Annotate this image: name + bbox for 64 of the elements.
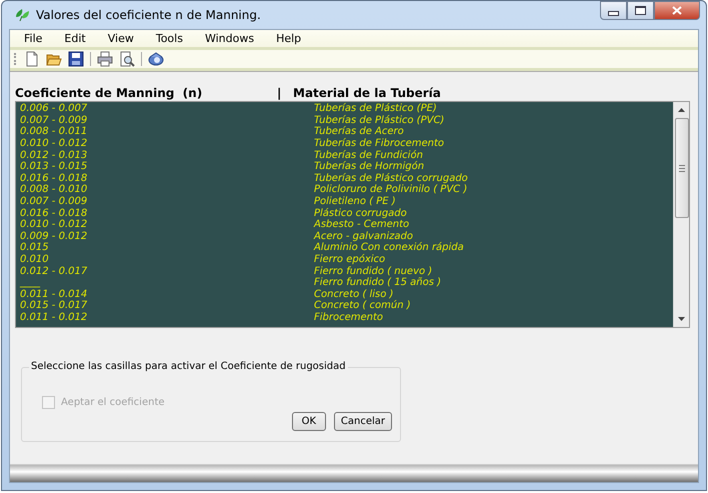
leaf-icon (14, 8, 30, 22)
minimize-button[interactable] (600, 1, 627, 20)
close-icon[interactable] (672, 6, 682, 15)
coefficient-text: 0.010 - 0.012 (19, 219, 88, 230)
coefficient-text: 0.006 - 0.007 (19, 103, 88, 114)
coefficient-text: 0.015 - 0.017 (19, 300, 88, 312)
material-text: Concreto ( liso ) (314, 288, 394, 300)
list-box[interactable] (15, 101, 690, 328)
coefficient-text: 0.015 (19, 242, 50, 254)
material-text: Tuberías de Plástico corrugado (314, 172, 468, 184)
group-legend: Seleccione las casillas para activar el Coeficiente de rugosidad (29, 361, 348, 372)
menu-item[interactable]: File (24, 32, 52, 45)
material-text: Tuberías de Fibrocemento (314, 138, 444, 150)
material-text: Plástico corrugado (314, 208, 407, 219)
ok-button[interactable]: OK (292, 412, 326, 431)
column-divider: | (277, 86, 282, 100)
column-header: Coeficiente de Manning (n) (15, 86, 204, 100)
material-text: Asbesto - Cemento (314, 219, 410, 230)
new-document-icon[interactable] (24, 51, 40, 67)
coefficient-text: 0.011 - 0.012 (19, 312, 88, 323)
material-text: Tuberías de Plástico (PE) (314, 103, 437, 114)
material-text: Concreto ( común ) (314, 300, 411, 312)
menu-item[interactable]: Tools (156, 32, 192, 45)
coefficient-text: 0.012 - 0.017 (19, 266, 88, 277)
coefficient-text: 0.013 - 0.015 (19, 161, 88, 172)
material-text: Fibrocemento (314, 312, 384, 323)
scroll-up-icon[interactable] (678, 108, 685, 112)
material-text: Polietileno ( PE ) (314, 196, 396, 208)
column-header: Material de la Tubería (293, 86, 441, 100)
coefficient-text: 0.012 - 0.013 (19, 150, 88, 161)
close-button[interactable] (654, 1, 700, 20)
coefficient-text: ____ (19, 277, 41, 288)
scroll-down-icon[interactable] (678, 317, 685, 321)
material-text: Tuberías de Fundición (314, 150, 423, 161)
material-text: Tuberías de Plástico (PVC) (314, 114, 444, 126)
material-text: Aluminio Con conexión rápida (314, 242, 464, 254)
material-text: Tuberías de Acero (314, 126, 404, 138)
scroll-thumb[interactable] (674, 118, 688, 218)
printer-icon[interactable] (97, 51, 113, 67)
coefficient-text: 0.007 - 0.009 (19, 196, 88, 208)
material-text: Fierro fundido ( nuevo ) (314, 266, 432, 277)
window-title: Valores del coeficiente n de Manning. (36, 8, 262, 22)
coefficient-text: 0.008 - 0.011 (19, 126, 88, 138)
coefficient-text: 0.007 - 0.009 (19, 114, 88, 126)
coefficient-text: 0.016 - 0.018 (19, 172, 88, 184)
material-text: Fierro fundido ( 15 años ) (314, 277, 442, 288)
coefficient-text: 0.011 - 0.014 (19, 288, 88, 300)
material-text: Acero - galvanizado (314, 230, 413, 242)
menu-item[interactable]: Edit (64, 32, 95, 45)
coefficient-text: 0.009 - 0.012 (19, 230, 88, 242)
maximize-button[interactable] (627, 1, 654, 20)
material-text: Tuberías de Hormigón (314, 161, 424, 172)
coefficient-text: 0.016 - 0.018 (19, 208, 88, 219)
cancel-button[interactable]: Cancelar (334, 412, 392, 431)
menu-item[interactable]: View (108, 32, 143, 45)
coefficient-text: 0.010 (19, 254, 50, 266)
menu-item[interactable]: Help (276, 32, 310, 45)
magnifier-page-icon[interactable] (119, 51, 135, 67)
material-text: Fierro epóxico (314, 254, 386, 266)
menu-item[interactable]: Windows (204, 32, 264, 45)
coefficient-text: 0.010 - 0.012 (19, 138, 88, 150)
coefficient-text: 0.008 - 0.010 (19, 184, 88, 196)
material-text: Policloruro de Polivinilo ( PVC ) (314, 184, 468, 196)
scrollbar[interactable] (673, 102, 689, 327)
